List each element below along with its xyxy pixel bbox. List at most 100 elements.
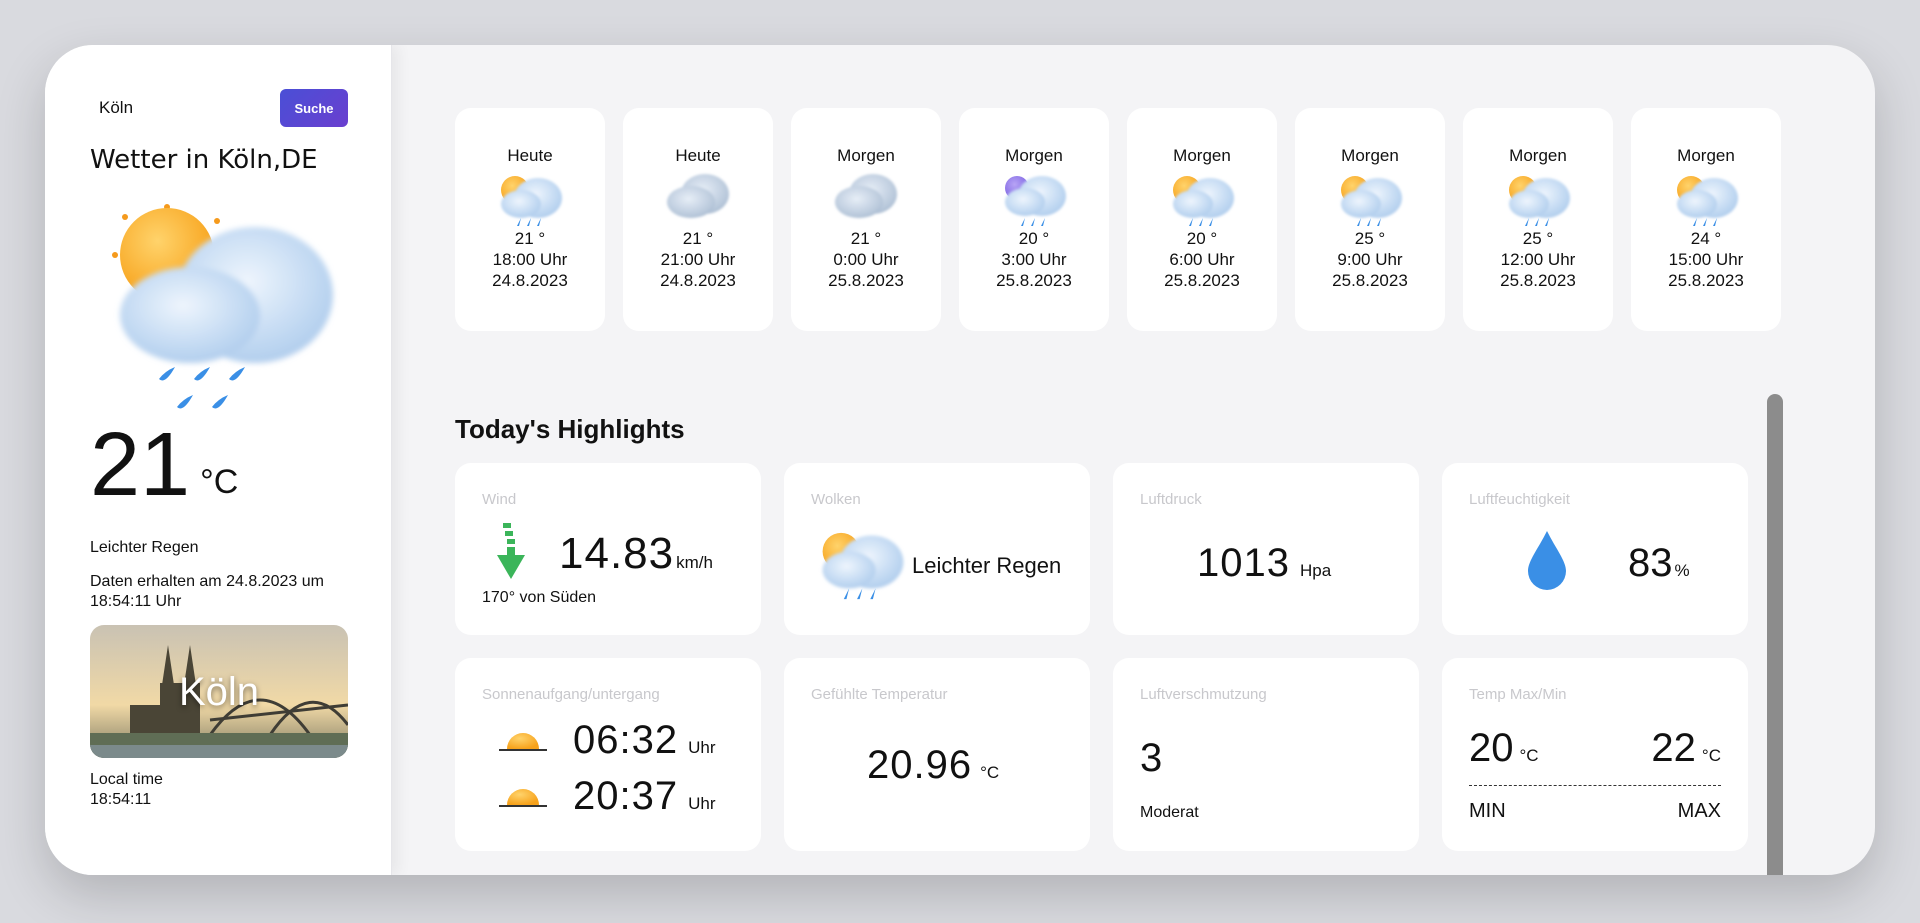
sun-card: Sonnenaufgang/untergang 06:32 Uhr 20:37 …: [455, 658, 761, 851]
temp-max-value: 22: [1651, 726, 1696, 770]
search-bar: Suche: [90, 89, 348, 127]
current-temperature: 21 °C: [90, 420, 238, 510]
forecast-card: Morgen 20 ° 6:00 Uhr 25.8.2023: [1127, 108, 1277, 331]
sidebar: Suche Wetter in Köln,DE: [45, 45, 392, 875]
scrollbar-thumb[interactable]: [1767, 394, 1783, 875]
pressure-card: Luftdruck 1013 Hpa: [1113, 463, 1419, 635]
sunrise-icon: [499, 733, 547, 751]
wind-unit: km/h: [676, 553, 713, 572]
moon-cloud-rain-icon: [1005, 176, 1066, 226]
wind-card: Wind 14.83 km/h 170° von Süden: [455, 463, 761, 635]
forecast-temp: 20 °: [1018, 229, 1050, 248]
wind-label: Wind: [482, 491, 517, 508]
temp-max-row: 22 °C: [1651, 726, 1721, 771]
temp-min-row: 20 °C: [1469, 726, 1539, 771]
pressure-unit: Hpa: [1299, 561, 1332, 580]
forecast-card: Morgen 20 ° 3:00 Uhr 25.8.2023: [959, 108, 1109, 331]
sunset-time: 20:37: [573, 774, 679, 818]
wind-value: 14.83: [559, 529, 675, 578]
humidity-unit: %: [1674, 561, 1690, 580]
pollution-label: Luftverschmutzung: [1140, 686, 1267, 703]
forecast-day: Morgen: [837, 146, 895, 165]
sunset-row: 20:37 Uhr: [573, 774, 716, 819]
forecast-temp: 25 °: [1354, 229, 1386, 248]
pollution-value: 3: [1140, 736, 1163, 780]
forecast-temp: 21 °: [850, 229, 882, 248]
forecast-card: Heute 21 ° 21:00 Uhr 24.8.2023: [623, 108, 773, 331]
temp-minmax-card: Temp Max/Min 20 °C 22 °C MIN MAX: [1442, 658, 1748, 851]
forecast-date: 25.8.2023: [1332, 271, 1408, 290]
water-drop-icon: [1528, 531, 1566, 590]
data-received-text: Daten erhalten am 24.8.2023 um 18:54:11 …: [90, 573, 324, 610]
clouds-value: Leichter Regen: [912, 553, 1062, 578]
forecast-list: Heute 21 ° 18:00 Uhr 24.8.2023 Heute 21 …: [455, 108, 1781, 331]
forecast-time: 9:00 Uhr: [1337, 250, 1403, 269]
forecast-time: 0:00 Uhr: [833, 250, 899, 269]
temperature-value: 21: [90, 415, 191, 515]
sun-cloud-rain-icon: [1509, 176, 1570, 226]
city-image: Köln: [90, 625, 348, 758]
forecast-card: Morgen 24 ° 15:00 Uhr 25.8.2023: [1631, 108, 1781, 331]
forecast-day: Morgen: [1005, 146, 1063, 165]
temp-max-label: MAX: [1677, 800, 1721, 822]
search-input[interactable]: [90, 98, 270, 118]
forecast-temp: 21 °: [682, 229, 714, 248]
wind-direction: 170° von Süden: [482, 589, 597, 606]
pressure-value: 1013: [1197, 541, 1290, 585]
forecast-date: 25.8.2023: [1164, 271, 1240, 290]
humidity-value: 83: [1628, 541, 1673, 585]
feels-like-value: 20.96: [867, 743, 973, 787]
forecast-date: 25.8.2023: [996, 271, 1072, 290]
sun-cloud-rain-icon: [105, 195, 350, 410]
highlights-title: Today's Highlights: [455, 414, 685, 444]
cloud-icon: [835, 174, 897, 218]
clouds-label: Wolken: [811, 491, 861, 508]
arrow-down-icon: [497, 523, 525, 579]
search-button[interactable]: Suche: [280, 89, 348, 127]
pollution-card: Luftverschmutzung 3 Moderat: [1113, 658, 1419, 851]
sunrise-time: 06:32: [573, 718, 679, 762]
forecast-temp: 25 °: [1522, 229, 1554, 248]
temp-min-unit: °C: [1519, 746, 1539, 765]
sun-cloud-rain-icon: [1341, 176, 1402, 226]
sun-cloud-rain-icon: [822, 532, 904, 600]
divider: [1469, 785, 1721, 786]
local-time-label: Local time: [90, 771, 163, 788]
forecast-time: 21:00 Uhr: [660, 250, 736, 269]
clouds-card: Wolken Leichter Regen: [784, 463, 1090, 635]
forecast-date: 24.8.2023: [492, 271, 568, 290]
forecast-card: Morgen 21 ° 0:00 Uhr 25.8.2023: [791, 108, 941, 331]
temp-min-value: 20: [1469, 726, 1514, 770]
forecast-day: Morgen: [1173, 146, 1231, 165]
forecast-card: Morgen 25 ° 9:00 Uhr 25.8.2023: [1295, 108, 1445, 331]
forecast-time: 3:00 Uhr: [1001, 250, 1067, 269]
forecast-temp: 24 °: [1690, 229, 1722, 248]
forecast-time: 15:00 Uhr: [1668, 250, 1744, 269]
pollution-status: Moderat: [1140, 804, 1199, 821]
sun-cloud-rain-icon: [1677, 176, 1738, 226]
forecast-card: Morgen 25 ° 12:00 Uhr 25.8.2023: [1463, 108, 1613, 331]
forecast-time: 18:00 Uhr: [492, 250, 568, 269]
humidity-value-row: 83 %: [1628, 541, 1690, 586]
feels-like-unit: °C: [980, 763, 1000, 782]
forecast-day: Morgen: [1341, 146, 1399, 165]
forecast-time: 6:00 Uhr: [1169, 250, 1235, 269]
humidity-card: Luftfeuchtigkeit 83 %: [1442, 463, 1748, 635]
forecast-day: Heute: [507, 146, 553, 165]
sunrise-row: 06:32 Uhr: [573, 718, 716, 763]
feels-like-card: Gefühlte Temperatur 20.96 °C: [784, 658, 1090, 851]
pressure-label: Luftdruck: [1140, 491, 1202, 508]
humidity-label: Luftfeuchtigkeit: [1469, 491, 1570, 508]
cloud-icon: [667, 174, 729, 218]
local-time-value: 18:54:11: [90, 791, 152, 808]
forecast-temp: 21 °: [514, 229, 546, 248]
city-image-label: Köln: [178, 670, 260, 714]
wind-value-row: 14.83 km/h: [559, 529, 713, 579]
weather-description: Leichter Regen: [90, 539, 199, 556]
highlights-grid: Wind 14.83 km/h 170° von Süden Wolken Le…: [455, 463, 1751, 851]
sunset-icon: [499, 789, 547, 807]
sun-label: Sonnenaufgang/untergang: [482, 686, 660, 703]
pressure-value-row: 1013 Hpa: [1197, 541, 1331, 586]
temp-max-unit: °C: [1701, 746, 1721, 765]
temp-minmax-label: Temp Max/Min: [1469, 686, 1567, 703]
